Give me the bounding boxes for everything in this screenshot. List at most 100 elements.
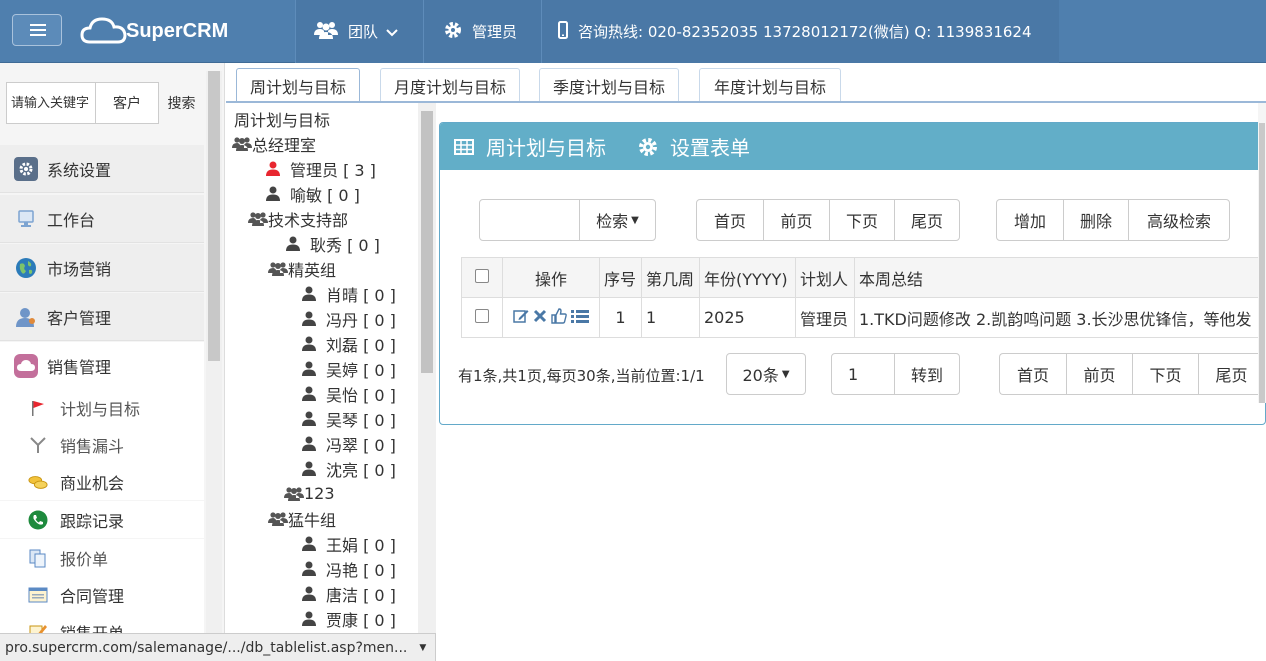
- last-page-button[interactable]: 尾页: [894, 200, 959, 240]
- col-week[interactable]: 第几周: [641, 257, 700, 298]
- prev-page-button[interactable]: 前页: [1066, 354, 1132, 394]
- next-page-button[interactable]: 下页: [1132, 354, 1198, 394]
- sidebar-item-workbench[interactable]: 工作台: [0, 195, 204, 243]
- first-page-button[interactable]: 首页: [697, 200, 763, 240]
- thumbs-up-icon[interactable]: [551, 307, 567, 324]
- customer-select[interactable]: 客户: [96, 82, 159, 124]
- hotline-text: 咨询热线: 020-82352035 13728012172(微信) Q: 11…: [578, 23, 1032, 41]
- top-bar: SuperCRM 团队 管理员 咨询热线: 020-82352035 13728…: [0, 0, 1266, 63]
- col-planner[interactable]: 计划人: [795, 257, 855, 298]
- col-seq[interactable]: 序号: [599, 257, 642, 298]
- prev-page-button[interactable]: 前页: [763, 200, 829, 240]
- tree-group-node[interactable]: 猛牛组: [268, 506, 336, 531]
- tree-user-node[interactable]: 王娟 [ 0 ]: [302, 531, 396, 556]
- page-number-input[interactable]: 1: [832, 354, 894, 394]
- user-icon: [302, 561, 316, 576]
- col-summary[interactable]: 本周总结: [854, 257, 1265, 298]
- tree-root[interactable]: 周计划与目标: [234, 106, 330, 131]
- search-dropdown-button[interactable]: 检索 ▼: [579, 200, 655, 240]
- tree-user-node[interactable]: 贾康 [ 0 ]: [302, 606, 396, 631]
- tree-node-label: 冯艳 [ 0 ]: [326, 560, 396, 580]
- tree-node-label: 管理员 [ 3 ]: [290, 160, 376, 180]
- row-checkbox[interactable]: [475, 309, 489, 323]
- tree-user-node[interactable]: 冯翠 [ 0 ]: [302, 431, 396, 456]
- logo: SuperCRM: [80, 14, 228, 48]
- page-size-select[interactable]: 20条 ▼: [726, 353, 806, 395]
- tree-user-node[interactable]: 唐洁 [ 0 ]: [302, 581, 396, 606]
- table-header-row: 操作 序号 第几周 年份(YYYY) 计划人 本周总结: [461, 257, 1265, 298]
- plan-table: 操作 序号 第几周 年份(YYYY) 计划人 本周总结 1 1 2025 管理员…: [461, 257, 1265, 338]
- main-scrollbar[interactable]: [1258, 103, 1266, 403]
- table-row[interactable]: 1 1 2025 管理员 1.TKD问题修改 2.凯韵鸣问题 3.长沙思优锋信，…: [461, 297, 1265, 338]
- tree-user-node[interactable]: 管理员 [ 3 ]: [266, 156, 376, 181]
- sidebar-item-label: 系统设置: [47, 160, 112, 180]
- sidebar-item-marketing[interactable]: 市场营销: [0, 244, 204, 292]
- admin-menu[interactable]: 管理员: [423, 0, 541, 63]
- goto-button[interactable]: 转到: [894, 354, 959, 394]
- tree-group-node[interactable]: 123: [284, 481, 335, 506]
- team-menu[interactable]: 团队: [295, 0, 423, 63]
- keyword-search-input[interactable]: [6, 82, 96, 124]
- gear-icon[interactable]: [638, 137, 658, 157]
- search-group: 检索 ▼: [479, 199, 656, 241]
- tree-user-node[interactable]: 冯艳 [ 0 ]: [302, 556, 396, 581]
- sidebar-subitem-sales-funnel[interactable]: 销售漏斗: [0, 426, 204, 463]
- sidebar-search: 客户 搜索: [6, 82, 204, 124]
- sidebar-item-system-settings[interactable]: 系统设置: [0, 145, 204, 193]
- tree-group-node[interactable]: 技术支持部: [248, 206, 348, 231]
- bottom-pager: 首页 前页 下页 尾页: [999, 353, 1265, 395]
- tab-monthly-plan[interactable]: 月度计划与目标: [380, 68, 520, 102]
- sidebar: 客户 搜索 系统设置 工作台 市场营销 客户管理 销售管理: [0, 63, 225, 661]
- last-page-button[interactable]: 尾页: [1198, 354, 1264, 394]
- tree-user-node[interactable]: 吴怡 [ 0 ]: [302, 381, 396, 406]
- first-page-button[interactable]: 首页: [1000, 354, 1066, 394]
- sidebar-item-customer-management[interactable]: 客户管理: [0, 293, 204, 341]
- group-icon: [268, 511, 288, 526]
- tree-group-node[interactable]: 精英组: [268, 256, 336, 281]
- col-operations[interactable]: 操作: [502, 257, 600, 298]
- sidebar-subitem-tracking-records[interactable]: 跟踪记录: [0, 501, 204, 538]
- advanced-search-button[interactable]: 高级检索: [1128, 200, 1229, 240]
- tree-user-node[interactable]: 肖晴 [ 0 ]: [302, 281, 396, 306]
- sidebar-subitem-business-opportunity[interactable]: 商业机会: [0, 463, 204, 500]
- search-button[interactable]: 搜索: [159, 82, 204, 124]
- tab-weekly-plan[interactable]: 周计划与目标: [236, 68, 360, 102]
- tree-user-node[interactable]: 吴琴 [ 0 ]: [302, 406, 396, 431]
- settings-form-link[interactable]: 设置表单: [670, 132, 750, 161]
- sidebar-subitem-contract-management[interactable]: 合同管理: [0, 576, 204, 613]
- sidebar-item-sales-management[interactable]: 销售管理: [0, 342, 204, 390]
- funnel-icon: [28, 435, 48, 455]
- tree-user-node[interactable]: 冯丹 [ 0 ]: [302, 306, 396, 331]
- sidebar-subitem-plans-goals[interactable]: 计划与目标: [0, 389, 204, 426]
- group-icon: [268, 261, 288, 276]
- list-icon[interactable]: [571, 308, 589, 324]
- user-icon: [286, 236, 300, 251]
- add-button[interactable]: 增加: [997, 200, 1063, 240]
- goto-group: 1 转到: [831, 353, 960, 395]
- col-year[interactable]: 年份(YYYY): [699, 257, 796, 298]
- tree-scrollbar[interactable]: [418, 103, 436, 633]
- group-icon: [284, 486, 304, 501]
- action-buttons: 增加 删除 高级检索: [996, 199, 1230, 241]
- delete-icon[interactable]: [533, 309, 547, 323]
- edit-icon[interactable]: [513, 308, 529, 324]
- sidebar-subitem-quotation[interactable]: 报价单: [0, 539, 204, 576]
- tree-node-label: 冯丹 [ 0 ]: [326, 310, 396, 330]
- tree-user-node[interactable]: 喻敏 [ 0 ]: [266, 181, 360, 206]
- sidebar-scrollbar[interactable]: [206, 71, 222, 661]
- tree-user-node[interactable]: 沈亮 [ 0 ]: [302, 456, 396, 481]
- filter-input[interactable]: [480, 200, 579, 240]
- cell-week: 1: [641, 297, 700, 338]
- next-page-button[interactable]: 下页: [829, 200, 894, 240]
- tree-node-label: 总经理室: [252, 135, 317, 155]
- menu-toggle-button[interactable]: [12, 14, 62, 46]
- tree-user-node[interactable]: 刘磊 [ 0 ]: [302, 331, 396, 356]
- group-icon: [248, 211, 268, 226]
- tab-quarterly-plan[interactable]: 季度计划与目标: [539, 68, 679, 102]
- tab-yearly-plan[interactable]: 年度计划与目标: [699, 68, 841, 102]
- tree-group-node[interactable]: 总经理室: [232, 131, 316, 156]
- tree-user-node[interactable]: 吴婷 [ 0 ]: [302, 356, 396, 381]
- tree-user-node[interactable]: 耿秀 [ 0 ]: [286, 231, 380, 256]
- delete-button[interactable]: 删除: [1063, 200, 1128, 240]
- select-all-checkbox[interactable]: [475, 269, 489, 283]
